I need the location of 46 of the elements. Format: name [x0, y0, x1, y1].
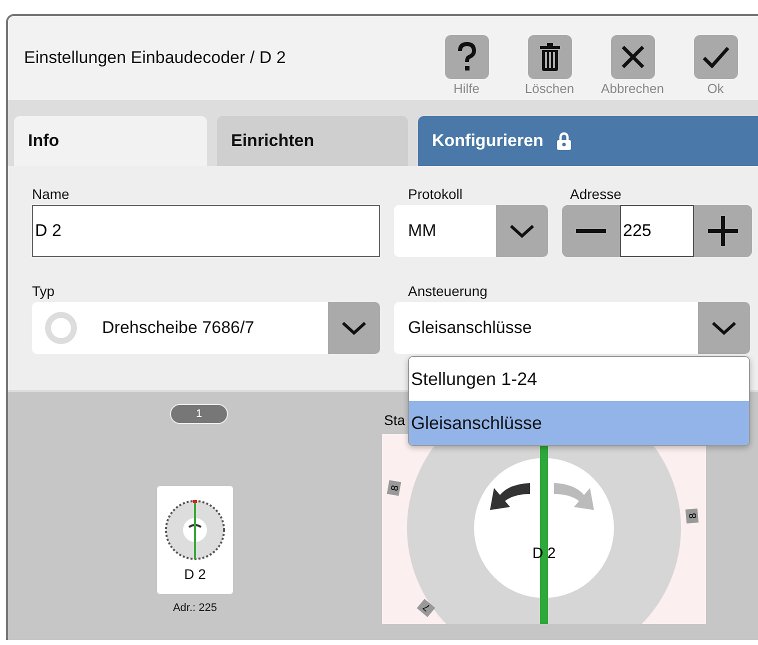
- address-input-field[interactable]: 225: [620, 205, 694, 257]
- plus-icon: [708, 216, 738, 246]
- button-label: Ok: [707, 80, 724, 96]
- close-icon: [620, 44, 644, 68]
- trash-icon: [538, 42, 560, 70]
- field-label: Adresse: [570, 186, 622, 202]
- delete-button[interactable]: [528, 34, 572, 78]
- tab[interactable]: Info: [14, 116, 207, 166]
- button-label: Löschen: [524, 80, 574, 96]
- rotate-left-icon: [490, 483, 530, 510]
- address-caption: Adr.: 225: [172, 602, 218, 614]
- name-input-field[interactable]: D 2: [32, 205, 380, 257]
- ring-icon: [44, 311, 78, 345]
- page-badge[interactable]: 1: [170, 404, 228, 424]
- track-stub: 7: [416, 598, 436, 618]
- cancel-button[interactable]: [610, 34, 654, 78]
- chevron-down-icon: [509, 224, 535, 238]
- field-label: Ansteuerung: [408, 283, 488, 299]
- decoder-name: D 2: [184, 566, 206, 582]
- track-stub: 8: [685, 508, 700, 524]
- chevron-down-icon: [341, 321, 367, 335]
- dropdown-option[interactable]: Gleisanschlüsse: [409, 401, 749, 445]
- field-label: Protokoll: [408, 186, 464, 202]
- field-label: Typ: [32, 283, 56, 299]
- question-mark-icon: [456, 42, 476, 72]
- decoder-card[interactable]: D 2: [157, 486, 233, 594]
- help-button[interactable]: [444, 34, 488, 78]
- checkmark-icon: [702, 46, 730, 68]
- control-select[interactable]: Gleisanschlüsse: [394, 302, 750, 354]
- track-stub: 8: [386, 480, 402, 496]
- turntable-icon: [163, 498, 227, 562]
- type-select[interactable]: Drehscheibe 7686/7: [32, 302, 380, 354]
- window-title: Einstellungen Einbaudecoder / D 2: [24, 48, 287, 68]
- button-label: Hilfe: [453, 80, 480, 96]
- button-label: Abbrechen: [601, 80, 664, 96]
- chevron-down-icon: [711, 321, 737, 335]
- ok-button[interactable]: [694, 34, 738, 78]
- diagram-caption: Sta: [384, 412, 406, 430]
- dropdown-option[interactable]: Stellungen 1-24: [409, 357, 749, 401]
- minus-icon: [576, 229, 606, 233]
- rotate-right-icon: [554, 483, 594, 510]
- lock-icon: [557, 132, 572, 150]
- tab[interactable]: Einrichten: [217, 116, 408, 166]
- field-label: Name: [32, 186, 70, 202]
- tab[interactable]: Konfigurieren: [418, 116, 758, 166]
- protocol-select[interactable]: MM: [394, 205, 548, 257]
